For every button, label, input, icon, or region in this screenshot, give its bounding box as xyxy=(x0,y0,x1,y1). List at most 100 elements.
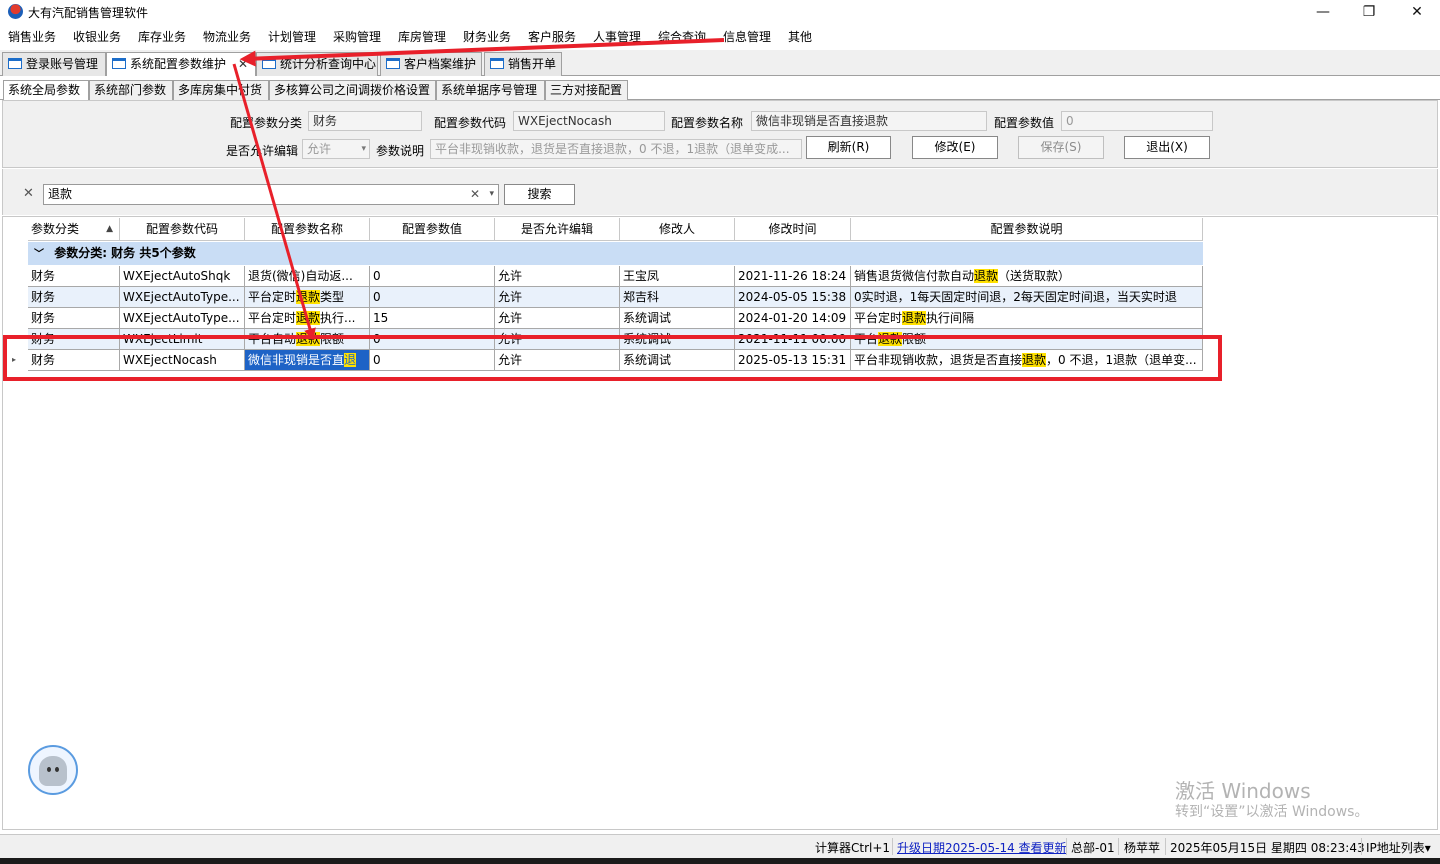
calculator-shortcut[interactable]: 计算器Ctrl+1 xyxy=(815,839,890,856)
doc-tab-label: 销售开单 xyxy=(508,57,557,71)
close-tab-icon[interactable]: ✕ xyxy=(238,53,248,75)
cell-value[interactable]: 0 xyxy=(370,266,495,287)
cell-description[interactable]: 0实时退，1每天固定时间退，2每天固定时间退，当天实时退 xyxy=(851,287,1203,308)
column-header-description[interactable]: 配置参数说明 xyxy=(851,218,1203,241)
name-field[interactable]: 微信非现销是否直接退款 xyxy=(751,111,987,131)
menu-cashier[interactable]: 收银业务 xyxy=(73,28,121,45)
subtab-transfer-pricing[interactable]: 多核算公司之间调拨价格设置 xyxy=(269,80,436,100)
cell-editable[interactable]: 允许 xyxy=(495,287,620,308)
column-header-name[interactable]: 配置参数名称 xyxy=(245,218,370,241)
cell-modifier[interactable]: 郑吉科 xyxy=(620,287,735,308)
assistant-bot-icon[interactable] xyxy=(28,745,78,795)
search-button[interactable]: 搜索 xyxy=(504,184,575,205)
status-divider xyxy=(1066,838,1067,855)
subtab-dept-params[interactable]: 系统部门参数 xyxy=(89,80,173,100)
cell-time[interactable]: 2024-05-05 15:38 xyxy=(735,287,851,308)
cell-code[interactable]: WXEjectAutoType... xyxy=(120,287,245,308)
doc-tab-label: 系统配置参数维护 xyxy=(130,57,227,71)
status-divider xyxy=(1165,838,1166,855)
search-highlight: 退款 xyxy=(296,311,321,325)
window-icon xyxy=(262,58,276,69)
clear-input-icon[interactable]: ✕ xyxy=(470,185,480,204)
doc-tab-login-accounts[interactable]: 登录账号管理 xyxy=(2,52,106,76)
refresh-button[interactable]: 刷新(R) xyxy=(806,136,891,159)
column-header-code[interactable]: 配置参数代码 xyxy=(120,218,245,241)
activation-watermark-subtitle: 转到“设置”以激活 Windows。 xyxy=(1175,804,1369,820)
cell-modifier[interactable]: 系统调试 xyxy=(620,308,735,329)
value-field[interactable]: 0 xyxy=(1061,111,1213,131)
subtab-third-party[interactable]: 三方对接配置 xyxy=(545,80,628,100)
cell-code[interactable]: WXEjectAutoShqk xyxy=(120,266,245,287)
column-header-time[interactable]: 修改时间 xyxy=(735,218,851,241)
annotation-highlight-box xyxy=(3,335,1222,381)
cell-name[interactable]: 退货(微信)自动返... xyxy=(245,266,370,287)
cell-name[interactable]: 平台定时退款执行... xyxy=(245,308,370,329)
doc-tab-system-config[interactable]: 系统配置参数维护 ✕ xyxy=(106,52,256,76)
cell-value[interactable]: 0 xyxy=(370,287,495,308)
cell-text: 执行间隔 xyxy=(926,311,975,325)
menu-warehouse[interactable]: 库房管理 xyxy=(398,28,446,45)
column-header-editable[interactable]: 是否允许编辑 xyxy=(495,218,620,241)
check-update-link[interactable]: 升级日期2025-05-14 查看更新 xyxy=(897,839,1067,856)
maximize-button[interactable]: ❐ xyxy=(1346,0,1392,24)
exit-button[interactable]: 退出(X) xyxy=(1124,136,1210,159)
cell-editable[interactable]: 允许 xyxy=(495,266,620,287)
cell-description[interactable]: 平台定时退款执行间隔 xyxy=(851,308,1203,329)
bot-eye xyxy=(55,767,59,772)
column-header-modifier[interactable]: 修改人 xyxy=(620,218,735,241)
cell-description[interactable]: 销售退货微信付款自动退款（送货取款） xyxy=(851,266,1203,287)
chevron-down-icon[interactable]: ▾ xyxy=(489,185,494,204)
clear-filter-icon[interactable]: ✕ xyxy=(23,186,34,201)
subtab-doc-sequence[interactable]: 系统单据序号管理 xyxy=(436,80,545,100)
code-field[interactable]: WXEjectNocash xyxy=(513,111,665,131)
column-header-category[interactable]: 参数分类 ▲ xyxy=(28,218,120,241)
name-label: 配置参数名称 xyxy=(671,116,744,130)
editable-label: 是否允许编辑 xyxy=(226,144,299,158)
minimize-button[interactable]: — xyxy=(1300,0,1346,24)
desc-label: 参数说明 xyxy=(376,144,425,158)
group-row-finance[interactable]: ﹀ 参数分类: 财务 共5个参数 xyxy=(28,242,1203,265)
subtab-global-params[interactable]: 系统全局参数 xyxy=(3,80,89,100)
doc-tab-customer-files[interactable]: 客户档案维护 xyxy=(380,52,482,76)
menu-customer-service[interactable]: 客户服务 xyxy=(528,28,576,45)
cell-modifier[interactable]: 王宝凤 xyxy=(620,266,735,287)
menu-other[interactable]: 其他 xyxy=(788,28,812,45)
cell-name[interactable]: 平台定时退款类型 xyxy=(245,287,370,308)
menu-hr[interactable]: 人事管理 xyxy=(593,28,641,45)
menu-info[interactable]: 信息管理 xyxy=(723,28,771,45)
sort-ascending-icon: ▲ xyxy=(106,224,113,234)
cell-code[interactable]: WXEjectAutoType... xyxy=(120,308,245,329)
subtab-multi-warehouse[interactable]: 多库房集中付货 xyxy=(173,80,269,100)
column-header-value[interactable]: 配置参数值 xyxy=(370,218,495,241)
cell-text: 类型 xyxy=(320,290,345,304)
cell-category[interactable]: 财务 xyxy=(28,266,120,287)
ip-list-dropdown[interactable]: IP地址列表▾ xyxy=(1366,839,1431,856)
status-bar: 计算器Ctrl+1 升级日期2025-05-14 查看更新 总部-01 杨苹苹 … xyxy=(0,834,1440,858)
save-button[interactable]: 保存(S) xyxy=(1018,136,1104,159)
desc-field[interactable]: 平台非现销收款，退货是否直接退款，0 不退，1退款（退单变成... xyxy=(430,139,802,159)
cell-time[interactable]: 2024-01-20 14:09 xyxy=(735,308,851,329)
editable-select[interactable]: 允许 ▾ xyxy=(302,139,370,159)
cell-value[interactable]: 15 xyxy=(370,308,495,329)
menu-purchasing[interactable]: 采购管理 xyxy=(333,28,381,45)
cell-time[interactable]: 2021-11-26 18:24 xyxy=(735,266,851,287)
cell-editable[interactable]: 允许 xyxy=(495,308,620,329)
search-highlight: 退款 xyxy=(974,269,999,283)
cell-category[interactable]: 财务 xyxy=(28,308,120,329)
modify-button[interactable]: 修改(E) xyxy=(912,136,998,159)
chevron-down-icon[interactable]: ﹀ xyxy=(34,243,44,266)
menu-sales[interactable]: 销售业务 xyxy=(8,28,56,45)
window-icon xyxy=(112,58,126,69)
category-field[interactable]: 财务 xyxy=(308,111,422,131)
menu-finance[interactable]: 财务业务 xyxy=(463,28,511,45)
doc-tab-sales-order[interactable]: 销售开单 xyxy=(484,52,562,76)
doc-tab-statistics[interactable]: 统计分析查询中心 xyxy=(256,52,378,76)
menu-inventory[interactable]: 库存业务 xyxy=(138,28,186,45)
search-input[interactable]: 退款 ✕ ▾ xyxy=(43,184,499,205)
bot-eye xyxy=(47,767,51,772)
menu-planning[interactable]: 计划管理 xyxy=(268,28,316,45)
menu-logistics[interactable]: 物流业务 xyxy=(203,28,251,45)
menu-query[interactable]: 综合查询 xyxy=(658,28,706,45)
cell-category[interactable]: 财务 xyxy=(28,287,120,308)
close-window-button[interactable]: ✕ xyxy=(1394,0,1440,24)
